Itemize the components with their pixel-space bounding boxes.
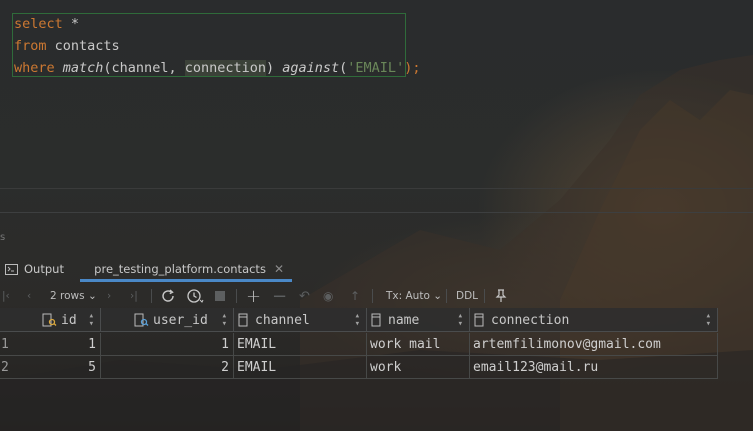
tab-contacts-table[interactable]: pre_testing_platform.contacts ✕ [80, 256, 292, 282]
row-number[interactable]: 2 [0, 356, 17, 379]
preview-changes-icon[interactable]: ◉ [323, 284, 333, 308]
column-header-channel[interactable]: channel ▴ ▾ [234, 308, 367, 332]
column-header-user-id[interactable]: user_id ▴ ▾ [101, 308, 234, 332]
previous-page-icon[interactable]: ‹ [27, 284, 31, 308]
sort-icon[interactable]: ▴ ▾ [355, 312, 360, 329]
column-header-id[interactable]: id ▴ ▾ [17, 308, 101, 332]
submit-icon[interactable]: ↑ [350, 284, 360, 308]
rows-count-dropdown[interactable]: 2 rows ⌄ [50, 284, 97, 308]
cell-user-id[interactable]: 1 [101, 333, 234, 356]
ddl-label: DDL [456, 290, 479, 302]
toolbar-separator [236, 289, 237, 303]
history-icon[interactable] [186, 284, 204, 308]
column-header-label: name [388, 312, 420, 328]
close-icon[interactable]: ✕ [274, 262, 284, 276]
sort-icon[interactable]: ▴ ▾ [706, 312, 711, 329]
cell-name[interactable]: work [367, 356, 470, 379]
stop-icon[interactable] [215, 284, 225, 308]
next-page-icon[interactable]: › [107, 284, 111, 308]
sort-icon[interactable]: ▴ ▾ [222, 312, 227, 329]
tab-label: Output [24, 262, 64, 276]
column-header-label: id [61, 312, 77, 328]
toolbar-separator [484, 289, 485, 303]
rows-count-label: 2 rows [50, 290, 85, 302]
tab-label: pre_testing_platform.contacts [94, 262, 266, 276]
cell-name[interactable]: work mail [367, 333, 470, 356]
ddl-button[interactable]: DDL [456, 284, 478, 308]
tab-output[interactable]: Output [5, 256, 69, 282]
editor-divider [0, 188, 753, 189]
key-column-icon [42, 313, 57, 327]
chevron-down-icon: ⌄ [433, 290, 443, 302]
add-row-icon[interactable]: + [246, 284, 261, 308]
first-page-icon[interactable]: |‹ [2, 284, 10, 308]
column-icon [238, 313, 248, 327]
cell-channel[interactable]: EMAIL [234, 333, 367, 356]
row-number[interactable]: 1 [0, 333, 17, 356]
cell-channel[interactable]: EMAIL [234, 356, 367, 379]
toolbar-separator [372, 289, 373, 303]
panel-splitter[interactable] [0, 212, 753, 213]
cell-user-id[interactable]: 2 [101, 356, 234, 379]
transaction-mode-dropdown[interactable]: Tx: Auto ⌄ [386, 284, 442, 308]
column-header-connection[interactable]: connection ▴ ▾ [470, 308, 718, 332]
table-row[interactable]: 2 5 2 EMAIL work email123@mail.ru [0, 356, 718, 379]
refresh-icon[interactable] [160, 284, 176, 308]
cell-id[interactable]: 5 [17, 356, 101, 379]
sql-editor[interactable]: select * from contacts where match(chann… [0, 0, 753, 190]
delete-row-icon[interactable]: − [272, 284, 287, 308]
cell-connection[interactable]: artemfilimonov@gmail.com [470, 333, 718, 356]
toolbar-separator [151, 289, 152, 303]
column-icon [371, 313, 381, 327]
transaction-mode-label: Tx: Auto [386, 290, 430, 302]
table-row[interactable]: 1 1 1 EMAIL work mail artemfilimonov@gma… [0, 333, 718, 356]
column-header-label: user_id [153, 312, 208, 328]
revert-icon[interactable]: ↶ [299, 284, 310, 308]
column-header-label: channel [255, 312, 310, 328]
services-stripe-marker: s [0, 232, 6, 243]
foreign-key-column-icon [134, 313, 149, 327]
console-icon [5, 263, 18, 275]
cell-connection[interactable]: email123@mail.ru [470, 356, 718, 379]
results-toolbar: |‹ ‹ 2 rows ⌄ › ›| + − ↶ ◉ ↑ Tx: Auto ⌄ … [0, 284, 753, 308]
cell-id[interactable]: 1 [17, 333, 101, 356]
column-icon [474, 313, 484, 327]
toolbar-separator [446, 289, 447, 303]
column-header-label: connection [491, 312, 570, 328]
results-tabs: Output pre_testing_platform.contacts ✕ [0, 256, 753, 282]
pin-icon[interactable] [495, 284, 507, 308]
sort-icon[interactable]: ▴ ▾ [458, 312, 463, 329]
code-line-1: select * [14, 16, 80, 32]
last-page-icon[interactable]: ›| [130, 284, 138, 308]
sort-icon[interactable]: ▴ ▾ [89, 312, 94, 329]
grid-header: id ▴ ▾ user_id ▴ ▾ channel ▴ ▾ name ▴ ▾ conn… [0, 308, 718, 332]
chevron-down-icon: ⌄ [87, 290, 97, 302]
column-header-name[interactable]: name ▴ ▾ [367, 308, 470, 332]
code-line-3: where match(channel, connection) against… [14, 60, 421, 76]
code-line-2: from contacts [14, 38, 120, 54]
